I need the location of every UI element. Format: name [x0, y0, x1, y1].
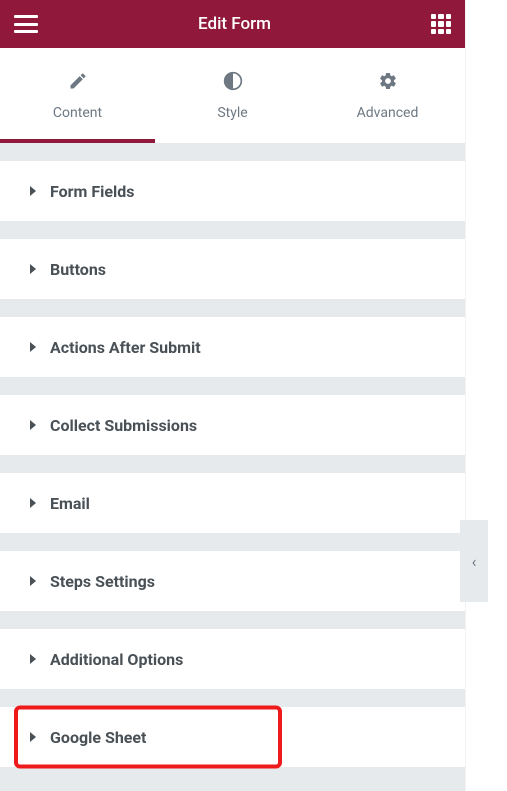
section-email[interactable]: Email — [0, 473, 465, 533]
section-google-sheet[interactable]: Google Sheet — [0, 707, 465, 767]
section-buttons[interactable]: Buttons — [0, 239, 465, 299]
section-label: Collect Submissions — [50, 416, 197, 435]
section-gap — [0, 455, 465, 473]
tab-advanced[interactable]: Advanced — [310, 48, 465, 143]
section-form-fields[interactable]: Form Fields — [0, 161, 465, 221]
caret-right-icon — [30, 420, 36, 430]
section-gap — [0, 143, 465, 161]
tab-advanced-label: Advanced — [357, 105, 419, 121]
section-gap — [0, 689, 465, 707]
section-label: Buttons — [50, 260, 106, 279]
section-label: Google Sheet — [50, 728, 146, 747]
section-steps-settings[interactable]: Steps Settings — [0, 551, 465, 611]
section-gap — [0, 299, 465, 317]
panel-header: Edit Form — [0, 0, 465, 48]
tab-content[interactable]: Content — [0, 48, 155, 143]
section-gap — [0, 221, 465, 239]
tab-style-label: Style — [217, 105, 247, 121]
panel-title: Edit Form — [38, 14, 431, 34]
tab-style[interactable]: Style — [155, 48, 310, 143]
editor-panel: Edit Form Content Style Advanced — [0, 0, 465, 791]
section-additional-options[interactable]: Additional Options — [0, 629, 465, 689]
caret-right-icon — [30, 498, 36, 508]
tabs-bar: Content Style Advanced — [0, 48, 465, 143]
section-gap — [0, 377, 465, 395]
collapse-handle[interactable]: ‹ — [460, 520, 488, 602]
caret-right-icon — [30, 264, 36, 274]
section-label: Email — [50, 494, 90, 513]
pencil-icon — [68, 71, 88, 95]
section-label: Steps Settings — [50, 572, 155, 591]
caret-right-icon — [30, 732, 36, 742]
section-collect-submissions[interactable]: Collect Submissions — [0, 395, 465, 455]
caret-right-icon — [30, 654, 36, 664]
tab-content-label: Content — [53, 105, 102, 121]
section-actions-after-submit[interactable]: Actions After Submit — [0, 317, 465, 377]
section-gap — [0, 611, 465, 629]
gear-icon — [378, 71, 398, 95]
caret-right-icon — [30, 342, 36, 352]
section-gap — [0, 533, 465, 551]
sections-list: Form Fields Buttons Actions After Submit Co… — [0, 143, 465, 791]
apps-grid-icon[interactable] — [431, 14, 451, 34]
section-label: Form Fields — [50, 182, 134, 201]
chevron-left-icon: ‹ — [472, 552, 477, 571]
section-label: Additional Options — [50, 650, 183, 669]
caret-right-icon — [30, 576, 36, 586]
caret-right-icon — [30, 186, 36, 196]
section-label: Actions After Submit — [50, 338, 201, 357]
contrast-icon — [223, 71, 243, 95]
menu-icon[interactable] — [14, 15, 38, 33]
